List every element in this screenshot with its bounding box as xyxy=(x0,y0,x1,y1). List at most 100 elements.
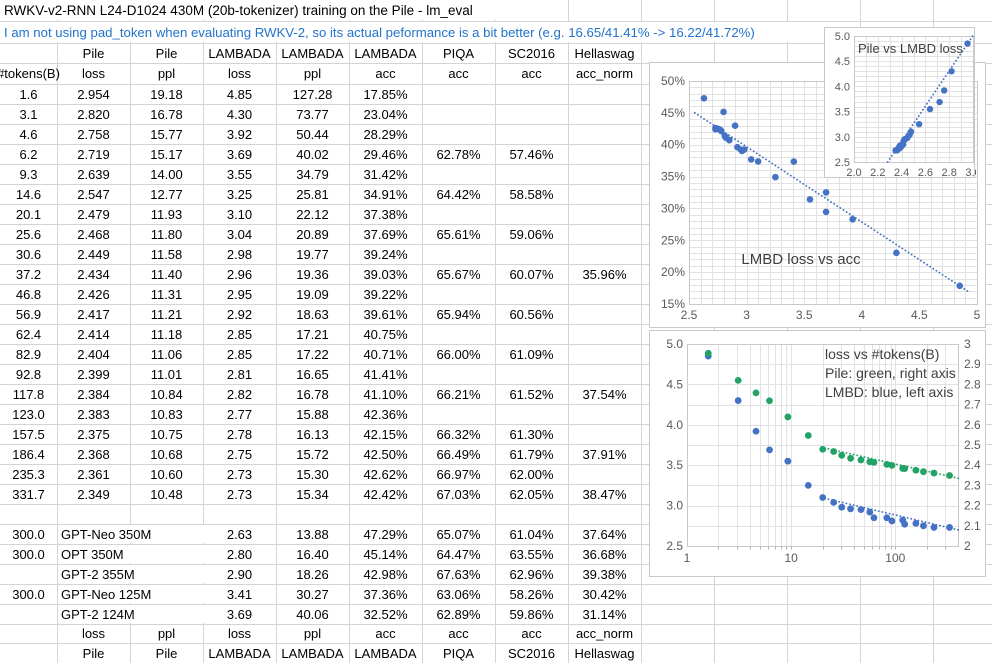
table-cell[interactable]: 42.15% xyxy=(349,424,422,444)
table-cell[interactable]: 2.384 xyxy=(57,384,130,404)
chart-pile-vs-lmbd-loss[interactable]: 5.04.54.03.53.02.52.02.22.42.62.83.0Pile… xyxy=(824,27,975,178)
table-cell[interactable]: 38.47% xyxy=(568,484,641,504)
table-cell[interactable]: 2.375 xyxy=(57,424,130,444)
table-header-cell[interactable]: loss xyxy=(203,63,276,84)
table-cell[interactable]: 61.52% xyxy=(495,384,568,404)
table-cell[interactable]: 2.468 xyxy=(57,224,130,244)
table-cell[interactable]: 3.04 xyxy=(203,224,276,244)
table-cell[interactable]: 2.368 xyxy=(57,444,130,464)
table-cell[interactable]: 65.61% xyxy=(422,224,495,244)
table-cell[interactable]: 30.42% xyxy=(568,584,641,604)
table-cell[interactable]: 3.69 xyxy=(203,144,276,164)
table-cell[interactable]: 31.42% xyxy=(349,164,422,184)
table-cell[interactable]: 15.72 xyxy=(276,444,349,464)
table-cell[interactable]: 2.426 xyxy=(57,284,130,304)
table-header-cell[interactable]: #tokens(B) xyxy=(0,63,57,84)
table-cell[interactable]: 2.90 xyxy=(203,564,276,584)
table-cell[interactable]: 37.91% xyxy=(568,444,641,464)
table-cell[interactable]: 29.46% xyxy=(349,144,422,164)
table-cell[interactable]: 35.96% xyxy=(568,264,641,284)
table-cell[interactable]: 2.639 xyxy=(57,164,130,184)
table-cell[interactable]: 46.8 xyxy=(0,284,57,304)
table-cell[interactable]: 61.79% xyxy=(495,444,568,464)
table-cell[interactable]: 61.04% xyxy=(495,524,568,544)
table-cell[interactable]: 15.17 xyxy=(130,144,203,164)
table-cell[interactable]: 11.06 xyxy=(130,344,203,364)
table-cell[interactable]: 235.3 xyxy=(0,464,57,484)
table-cell[interactable]: 31.14% xyxy=(568,604,641,624)
baseline-model-cell[interactable]: OPT 350M xyxy=(58,545,206,563)
table-cell[interactable]: 2.719 xyxy=(57,144,130,164)
table-cell[interactable]: 66.97% xyxy=(422,464,495,484)
table-header-cell[interactable]: loss xyxy=(57,63,130,84)
table-cell[interactable]: 40.02 xyxy=(276,144,349,164)
table-cell[interactable]: 16.78 xyxy=(276,384,349,404)
table-cell[interactable]: 66.00% xyxy=(422,344,495,364)
table-cell[interactable]: 300.0 xyxy=(0,544,57,564)
table-cell[interactable]: 47.29% xyxy=(349,524,422,544)
table-cell[interactable]: 37.2 xyxy=(0,264,57,284)
table-cell[interactable]: 42.36% xyxy=(349,404,422,424)
table-cell[interactable]: 13.88 xyxy=(276,524,349,544)
table-cell[interactable]: 2.92 xyxy=(203,304,276,324)
table-cell[interactable]: 11.93 xyxy=(130,204,203,224)
table-footer-cell[interactable]: Hellaswag xyxy=(568,643,641,663)
table-footer-cell[interactable]: acc xyxy=(422,624,495,643)
table-cell[interactable]: 127.28 xyxy=(276,84,349,104)
table-cell[interactable]: 2.73 xyxy=(203,464,276,484)
table-cell[interactable]: 82.9 xyxy=(0,344,57,364)
table-cell[interactable]: 42.62% xyxy=(349,464,422,484)
table-cell[interactable]: 16.78 xyxy=(130,104,203,124)
table-cell[interactable]: 2.75 xyxy=(203,444,276,464)
table-cell[interactable]: 37.64% xyxy=(568,524,641,544)
table-cell[interactable]: 2.417 xyxy=(57,304,130,324)
table-footer-cell[interactable]: LAMBADA xyxy=(349,643,422,663)
table-cell[interactable]: 15.77 xyxy=(130,124,203,144)
table-cell[interactable]: 10.75 xyxy=(130,424,203,444)
table-cell[interactable]: 19.09 xyxy=(276,284,349,304)
table-cell[interactable]: 14.00 xyxy=(130,164,203,184)
table-cell[interactable]: 66.49% xyxy=(422,444,495,464)
table-header-cell[interactable]: acc_norm xyxy=(568,63,641,84)
table-cell[interactable]: 2.434 xyxy=(57,264,130,284)
table-header-cell[interactable]: Pile xyxy=(57,43,130,63)
table-cell[interactable]: 65.67% xyxy=(422,264,495,284)
table-cell[interactable]: 18.26 xyxy=(276,564,349,584)
table-cell[interactable]: 123.0 xyxy=(0,404,57,424)
table-footer-cell[interactable]: loss xyxy=(57,624,130,643)
table-footer-cell[interactable]: ppl xyxy=(276,624,349,643)
baseline-model-cell[interactable]: GPT-Neo 125M xyxy=(58,585,206,603)
table-cell[interactable]: 16.13 xyxy=(276,424,349,444)
baseline-model-cell[interactable]: GPT-2 124M xyxy=(58,605,206,623)
table-cell[interactable]: 37.38% xyxy=(349,204,422,224)
table-cell[interactable]: 59.86% xyxy=(495,604,568,624)
table-cell[interactable]: 40.71% xyxy=(349,344,422,364)
table-cell[interactable]: 59.06% xyxy=(495,224,568,244)
table-cell[interactable]: 64.42% xyxy=(422,184,495,204)
table-cell[interactable]: 3.1 xyxy=(0,104,57,124)
table-cell[interactable]: 25.6 xyxy=(0,224,57,244)
table-cell[interactable]: 19.36 xyxy=(276,264,349,284)
table-cell[interactable]: 56.9 xyxy=(0,304,57,324)
table-cell[interactable]: 58.26% xyxy=(495,584,568,604)
table-cell[interactable]: 34.91% xyxy=(349,184,422,204)
table-cell[interactable]: 36.68% xyxy=(568,544,641,564)
table-cell[interactable]: 117.8 xyxy=(0,384,57,404)
table-cell[interactable]: 3.92 xyxy=(203,124,276,144)
table-cell[interactable]: 42.50% xyxy=(349,444,422,464)
table-cell[interactable]: 62.05% xyxy=(495,484,568,504)
table-cell[interactable]: 2.81 xyxy=(203,364,276,384)
table-cell[interactable]: 2.547 xyxy=(57,184,130,204)
table-cell[interactable]: 10.68 xyxy=(130,444,203,464)
table-cell[interactable]: 60.07% xyxy=(495,264,568,284)
table-cell[interactable]: 2.479 xyxy=(57,204,130,224)
table-cell[interactable]: 23.04% xyxy=(349,104,422,124)
table-cell[interactable]: 4.6 xyxy=(0,124,57,144)
table-cell[interactable]: 30.27 xyxy=(276,584,349,604)
table-cell[interactable]: 40.06 xyxy=(276,604,349,624)
table-cell[interactable]: 64.47% xyxy=(422,544,495,564)
table-cell[interactable]: 16.65 xyxy=(276,364,349,384)
table-cell[interactable]: 32.52% xyxy=(349,604,422,624)
table-cell[interactable]: 2.95 xyxy=(203,284,276,304)
table-cell[interactable]: 2.349 xyxy=(57,484,130,504)
